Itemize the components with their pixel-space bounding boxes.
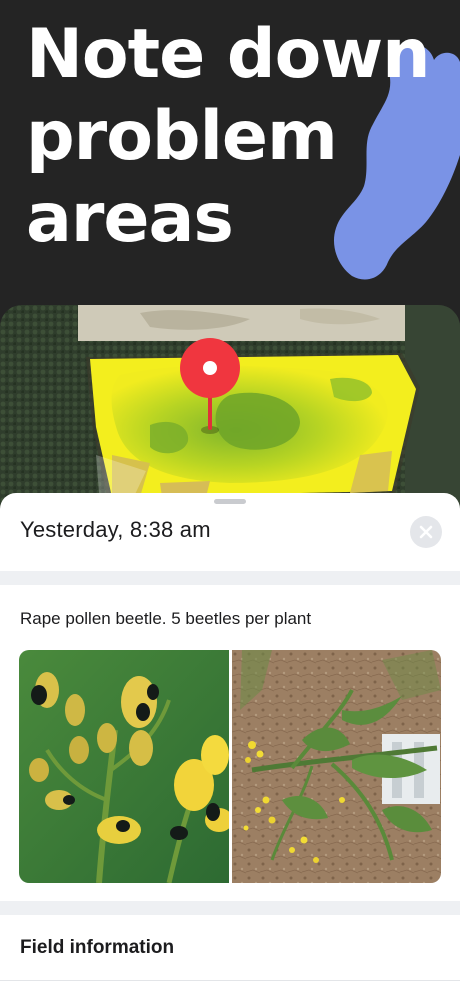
close-button[interactable] — [410, 516, 442, 548]
note-photo-plant[interactable] — [232, 650, 441, 883]
divider — [0, 980, 460, 981]
section-separator — [0, 571, 460, 585]
note-detail-sheet: Yesterday, 8:38 am Rape pollen beetle. 5… — [0, 493, 460, 996]
screen: Note down problem areas Yesterday, 8:38 … — [0, 0, 460, 996]
promo-headline: Note down problem areas — [26, 15, 431, 258]
sheet-grabber-handle[interactable] — [214, 499, 246, 504]
close-icon — [419, 525, 433, 539]
section-separator — [0, 901, 460, 915]
field-information-heading[interactable]: Field information — [20, 937, 174, 959]
note-photo-beetles[interactable] — [19, 650, 229, 883]
note-description: Rape pollen beetle. 5 beetles per plant — [20, 609, 312, 628]
location-pin-icon[interactable] — [179, 338, 241, 438]
note-timestamp: Yesterday, 8:38 am — [20, 517, 211, 542]
